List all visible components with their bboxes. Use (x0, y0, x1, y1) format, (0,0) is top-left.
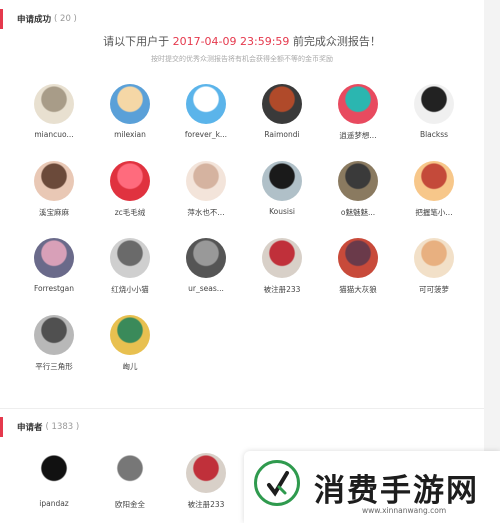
user-avatar[interactable] (186, 238, 226, 278)
success-section-header: 申请成功 ( 20 ) (0, 9, 77, 29)
user-name[interactable]: ur_seas... (168, 284, 244, 293)
user-card[interactable]: forever_k... (168, 84, 244, 144)
user-card[interactable]: 峋儿 (92, 315, 168, 375)
user-card[interactable]: 红烧小小猫 (92, 238, 168, 298)
user-card[interactable]: 被注册233 (244, 238, 320, 298)
user-avatar[interactable] (110, 453, 150, 493)
applicants-section-header: 申请者 ( 1383 ) (0, 417, 79, 437)
user-name[interactable]: forever_k... (168, 130, 244, 139)
user-card[interactable]: 被注册233 (168, 453, 244, 513)
user-name[interactable]: 欧阳金全 (92, 499, 168, 510)
user-avatar[interactable] (34, 238, 74, 278)
user-avatar[interactable] (110, 161, 150, 201)
user-avatar[interactable] (262, 84, 302, 124)
user-name[interactable]: 平行三角形 (16, 361, 92, 372)
user-card[interactable]: miancuo... (16, 84, 92, 144)
user-card[interactable]: 猫猫大灰狼 (320, 238, 396, 298)
user-card[interactable]: Kousisi (244, 161, 320, 221)
user-avatar[interactable] (186, 453, 226, 493)
user-card[interactable]: 逍遥梦想... (320, 84, 396, 144)
user-card[interactable]: milexian (92, 84, 168, 144)
user-card[interactable]: 溪宝麻麻 (16, 161, 92, 221)
user-name[interactable]: Raimondi (244, 130, 320, 139)
user-name[interactable]: 被注册233 (168, 499, 244, 510)
user-card[interactable]: 平行三角形 (16, 315, 92, 375)
user-avatar[interactable] (338, 84, 378, 124)
watermark-title: 消费手游网 (314, 473, 479, 509)
user-avatar[interactable] (34, 315, 74, 355)
section-divider (0, 408, 484, 409)
success-section-count: ( 20 ) (54, 14, 77, 24)
user-avatar[interactable] (34, 84, 74, 124)
user-card[interactable]: 萍水也不... (168, 161, 244, 221)
user-avatar[interactable] (414, 161, 454, 201)
page-panel: 申请成功 ( 20 ) 请以下用户于 2017-04-09 23:59:59 前… (0, 0, 484, 523)
notice-deadline: 2017-04-09 23:59:59 (172, 35, 290, 48)
user-name[interactable]: 峋儿 (92, 361, 168, 372)
watermark-logo-icon (254, 460, 300, 506)
user-avatar[interactable] (34, 453, 74, 493)
user-card[interactable]: 欧阳金全 (92, 453, 168, 513)
user-card[interactable]: ur_seas... (168, 238, 244, 298)
user-avatar[interactable] (262, 161, 302, 201)
user-name[interactable]: Kousisi (244, 207, 320, 216)
user-name[interactable]: 可可菠萝 (396, 284, 472, 295)
watermark-url: www.xinnanwang.com (362, 506, 447, 515)
site-watermark: 消费手游网 www.xinnanwang.com (244, 451, 500, 523)
user-avatar[interactable] (262, 238, 302, 278)
user-name[interactable]: ipandaz (16, 499, 92, 508)
user-name[interactable]: Blackss (396, 130, 472, 139)
user-name[interactable]: milexian (92, 130, 168, 139)
user-card[interactable]: 把握笔小... (396, 161, 472, 221)
user-name[interactable]: zc毛毛绒 (92, 207, 168, 218)
user-name[interactable]: 被注册233 (244, 284, 320, 295)
user-card[interactable]: o魅魅魅... (320, 161, 396, 221)
user-avatar[interactable] (414, 84, 454, 124)
applicants-section-count: ( 1383 ) (45, 422, 80, 432)
user-avatar[interactable] (338, 161, 378, 201)
user-card[interactable]: zc毛毛绒 (92, 161, 168, 221)
user-name[interactable]: 萍水也不... (168, 207, 244, 218)
success-section-title: 申请成功 (17, 15, 52, 25)
user-card[interactable]: Forrestgan (16, 238, 92, 298)
notice-suffix: 前完成众测报告！ (292, 35, 381, 48)
user-avatar[interactable] (414, 238, 454, 278)
user-name[interactable]: 溪宝麻麻 (16, 207, 92, 218)
user-avatar[interactable] (186, 84, 226, 124)
user-avatar[interactable] (110, 84, 150, 124)
user-name[interactable]: 把握笔小... (396, 207, 472, 218)
user-name[interactable]: 猫猫大灰狼 (320, 284, 396, 295)
user-card[interactable]: 可可菠萝 (396, 238, 472, 298)
user-avatar[interactable] (34, 161, 74, 201)
user-avatar[interactable] (338, 238, 378, 278)
user-card[interactable]: ipandaz (16, 453, 92, 513)
user-avatar[interactable] (110, 315, 150, 355)
notice-subtext: 按时提交的优秀众测报告将有机会获得全额不等的金币奖励 (151, 55, 333, 63)
applicants-section-title: 申请者 (17, 423, 43, 433)
user-name[interactable]: 逍遥梦想... (320, 130, 396, 141)
report-notice: 请以下用户于 2017-04-09 23:59:59 前完成众测报告！ (0, 33, 484, 49)
user-card[interactable]: Blackss (396, 84, 472, 144)
user-name[interactable]: miancuo... (16, 130, 92, 139)
notice-prefix: 请以下用户于 (103, 35, 170, 48)
user-avatar[interactable] (110, 238, 150, 278)
user-name[interactable]: o魅魅魅... (320, 207, 396, 218)
user-name[interactable]: Forrestgan (16, 284, 92, 293)
user-name[interactable]: 红烧小小猫 (92, 284, 168, 295)
user-avatar[interactable] (186, 161, 226, 201)
user-card[interactable]: Raimondi (244, 84, 320, 144)
